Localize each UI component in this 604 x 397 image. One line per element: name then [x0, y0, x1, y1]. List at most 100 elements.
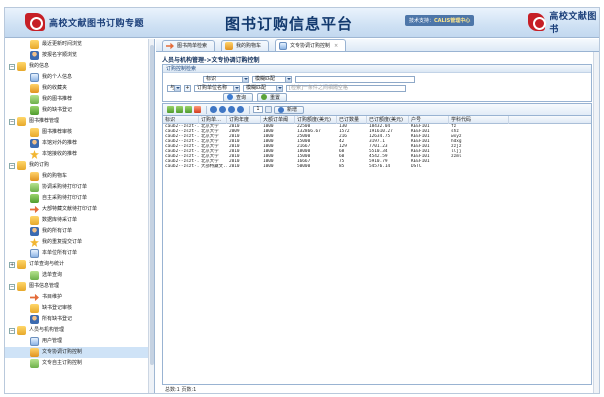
- column-header[interactable]: 已订额度(美元): [367, 116, 409, 124]
- sidebar-item[interactable]: 我的图书推荐: [5, 94, 154, 105]
- logo: 高校文献图书订购专题: [25, 10, 144, 34]
- sidebar-group[interactable]: − 我的订购: [5, 160, 154, 171]
- operator-select[interactable]: 模糊匹配: [243, 84, 283, 92]
- sidebar-item-label: 我的收藏夹: [42, 85, 68, 91]
- sidebar-item[interactable]: 按报名字顺浏览: [5, 50, 154, 61]
- delete-icon[interactable]: [194, 106, 201, 113]
- close-icon[interactable]: ×: [334, 41, 338, 51]
- table-cell: caub2--zszt-...: [165, 164, 199, 169]
- column-header[interactable]: 订购额度(美元): [295, 116, 337, 124]
- sidebar-item-label: 人员与机构管理: [29, 327, 65, 333]
- sidebar-item[interactable]: 最近更新时间浏览: [5, 39, 154, 50]
- folder-icon: [17, 117, 26, 126]
- next-page-icon[interactable]: [228, 106, 235, 113]
- item-icon: [30, 205, 39, 214]
- sidebar-item[interactable]: 我的收藏夹: [5, 83, 154, 94]
- column-header[interactable]: 订购年度: [227, 116, 261, 124]
- last-page-icon[interactable]: [237, 106, 244, 113]
- chevron-down-icon[interactable]: [276, 85, 282, 91]
- sidebar-item[interactable]: 我的购物车: [5, 171, 154, 182]
- main-scrollbar[interactable]: [593, 52, 599, 393]
- column-header[interactable]: 标识: [163, 116, 199, 124]
- operator-select[interactable]: 模糊匹配: [252, 75, 292, 83]
- support-brand: CALIS管理中心: [434, 18, 471, 24]
- collapse-icon[interactable]: −: [9, 283, 15, 290]
- item-icon: [30, 315, 39, 324]
- collapse-icon[interactable]: −: [9, 63, 15, 70]
- page-title: 图书订购信息平台: [225, 15, 354, 33]
- sidebar-item-label: 我的图书推荐: [42, 96, 73, 102]
- page-stepper-icon[interactable]: [265, 106, 272, 113]
- reset-button[interactable]: 重置: [257, 92, 288, 102]
- search-input[interactable]: [295, 75, 415, 83]
- prev-page-icon[interactable]: [219, 106, 226, 113]
- tab-book-search[interactable]: 图书简单检索: [162, 40, 216, 51]
- field-select[interactable]: 订购单位名称: [194, 84, 240, 92]
- item-icon: [30, 73, 39, 82]
- tab-order-control[interactable]: 文专协调订购控制 ×: [275, 39, 347, 51]
- first-page-icon[interactable]: [210, 106, 217, 113]
- sidebar-item[interactable]: 缺书登记审核: [5, 303, 154, 314]
- print-icon[interactable]: [176, 106, 183, 113]
- page-number-input[interactable]: 1: [253, 106, 263, 113]
- search-actions: 查询 重置: [223, 92, 291, 102]
- column-header[interactable]: 订购单…: [199, 116, 227, 124]
- breadcrumb: 人员与机构管理->文专协调订购控制: [162, 57, 260, 64]
- column-header[interactable]: 户号: [409, 116, 449, 124]
- tab-shopping-cart[interactable]: 我的购物车: [221, 40, 270, 51]
- field-select[interactable]: 标识: [203, 75, 249, 83]
- chevron-down-icon[interactable]: [233, 85, 239, 91]
- sidebar-item[interactable]: 我的重复提交订单: [5, 237, 154, 248]
- column-header[interactable]: 已订数量: [337, 116, 367, 124]
- chevron-down-icon[interactable]: [242, 76, 248, 82]
- sidebar-group[interactable]: − 我的信息: [5, 61, 154, 72]
- item-icon: [30, 304, 39, 313]
- table-cell: 85: [339, 164, 345, 169]
- expand-icon[interactable]: +: [9, 261, 15, 268]
- column-header[interactable]: 学科代码: [449, 116, 509, 124]
- table-cell: 大部特藏文...: [201, 164, 227, 169]
- logo-right-text: 高校文献图书: [549, 12, 597, 35]
- add-condition-button[interactable]: +: [184, 84, 191, 92]
- item-icon: [30, 337, 39, 346]
- sidebar-item[interactable]: 本馆对外的推荐: [5, 138, 154, 149]
- sidebar-item[interactable]: 文专协调订购控制: [5, 347, 154, 358]
- sidebar-scrollbar[interactable]: [148, 39, 154, 393]
- sidebar-group[interactable]: − 人员与机构管理: [5, 325, 154, 336]
- export-icon[interactable]: [167, 106, 174, 113]
- sidebar-item[interactable]: 用户管理: [5, 336, 154, 347]
- table-cell: 1000: [263, 164, 274, 169]
- sidebar-item[interactable]: 选单查询: [5, 270, 154, 281]
- table-cell: [449, 164, 509, 169]
- sidebar-item[interactable]: 所有缺书登记: [5, 314, 154, 325]
- sidebar-item[interactable]: 我的个人信息: [5, 72, 154, 83]
- sidebar-item[interactable]: 文专自主订购控制: [5, 358, 154, 369]
- sidebar-item[interactable]: 本馆接收的推荐: [5, 149, 154, 160]
- collapse-icon[interactable]: −: [9, 118, 15, 125]
- logic-select[interactable]: 与: [167, 84, 181, 92]
- sidebar-item[interactable]: 我的所有订单: [5, 226, 154, 237]
- column-header[interactable]: 大额订单阈: [261, 116, 295, 124]
- sidebar-item[interactable]: 自主采购待打印订单: [5, 193, 154, 204]
- chevron-down-icon[interactable]: [285, 76, 291, 82]
- item-icon: [30, 172, 39, 181]
- table-row[interactable]: caub2--zszt-...大部特藏文...2010 1000 50000 85 54…: [163, 164, 591, 169]
- sidebar-item[interactable]: 数据库待采订单: [5, 215, 154, 226]
- sidebar-group[interactable]: − 图书信息管理: [5, 281, 154, 292]
- collapse-icon[interactable]: −: [9, 327, 15, 334]
- sidebar-item[interactable]: 大部特藏文献待打印订单: [5, 204, 154, 215]
- sidebar-item[interactable]: 本单位所有订单: [5, 248, 154, 259]
- sidebar-group[interactable]: − 图书推荐管理: [5, 116, 154, 127]
- search-button[interactable]: 查询: [223, 92, 254, 102]
- sidebar-item[interactable]: 我的缺书登记: [5, 105, 154, 116]
- chevron-down-icon[interactable]: [174, 85, 180, 91]
- sidebar-item[interactable]: 协调采购待打印订单: [5, 182, 154, 193]
- scrollbar-thumb[interactable]: [150, 45, 154, 365]
- sidebar-item[interactable]: 书目维护: [5, 292, 154, 303]
- collapse-icon[interactable]: −: [9, 162, 15, 169]
- refresh-icon[interactable]: [185, 106, 192, 113]
- search-input[interactable]: [检索]一条件之间相隔空格: [286, 84, 406, 92]
- sidebar-group[interactable]: + 订单查询与统计: [5, 259, 154, 270]
- add-button[interactable]: 新增: [274, 105, 305, 114]
- sidebar-item[interactable]: 图书推荐审核: [5, 127, 154, 138]
